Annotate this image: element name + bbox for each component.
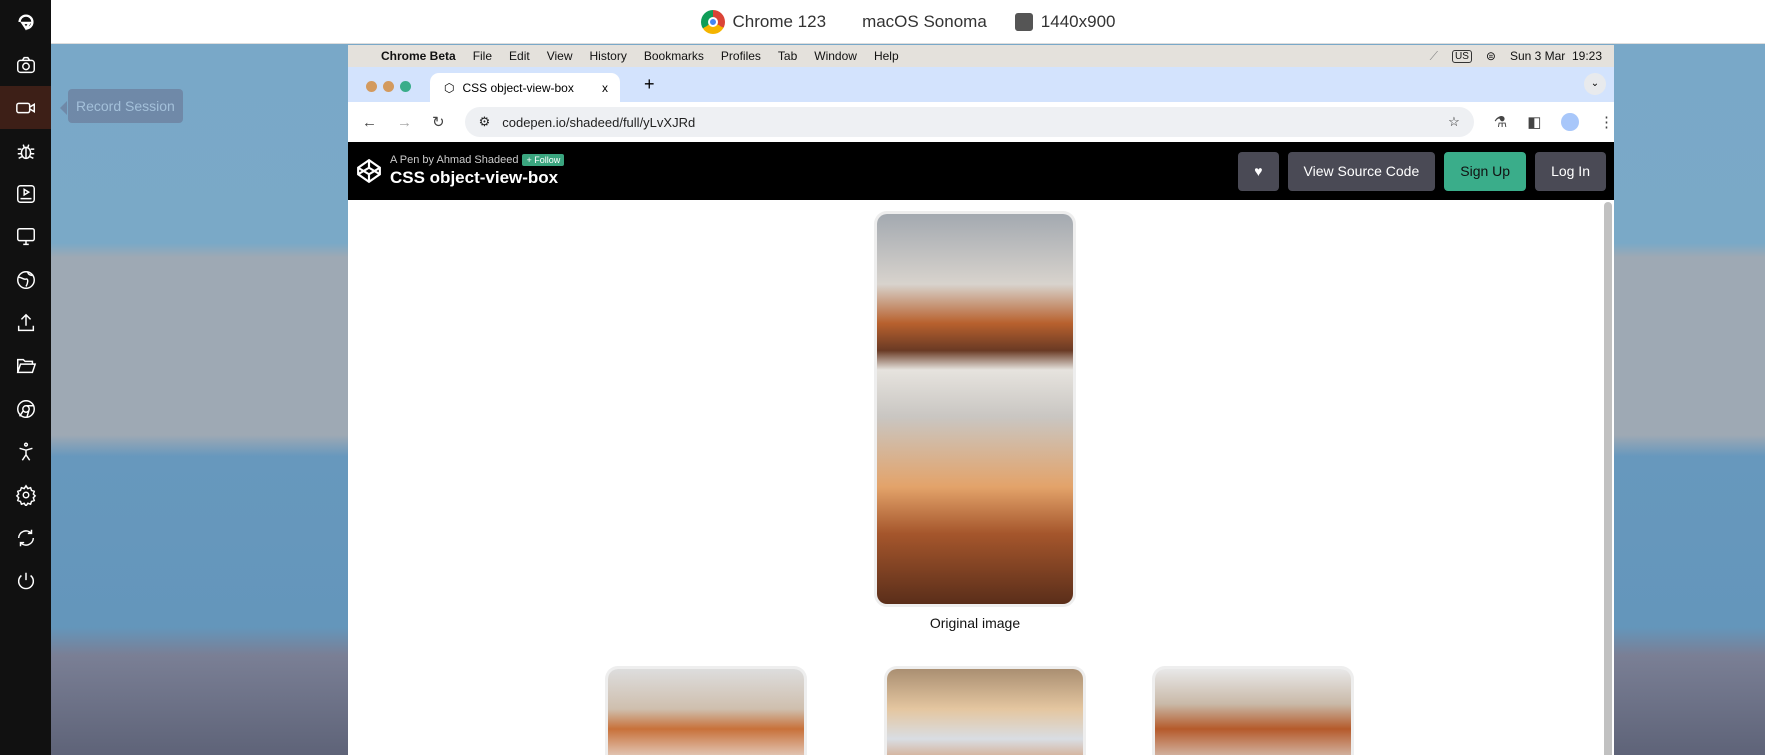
scrollbar[interactable]	[1604, 202, 1612, 755]
cropped-image-3	[1155, 669, 1351, 755]
session-info-bar: Chrome 123 macOS Sonoma 1440x900	[51, 0, 1765, 44]
cropped-image-2	[887, 669, 1083, 755]
menu-file[interactable]: File	[473, 49, 492, 63]
control-center-icon[interactable]: ⊜	[1486, 49, 1496, 63]
globe-icon[interactable]	[0, 258, 51, 301]
reload-icon[interactable]: ↻	[432, 113, 445, 131]
browser-window: Chrome Beta File Edit View History Bookm…	[348, 45, 1614, 755]
record-session-tooltip: Record Session	[60, 89, 183, 123]
record-session-icon[interactable]	[0, 86, 51, 129]
cropped-image-1	[608, 669, 804, 755]
profile-avatar-icon[interactable]	[1561, 113, 1579, 131]
sign-up-button[interactable]: Sign Up	[1444, 151, 1527, 191]
menu-view[interactable]: View	[547, 49, 573, 63]
accessibility-icon[interactable]	[0, 430, 51, 473]
zoom-window-button[interactable]	[400, 81, 411, 92]
codepen-favicon-icon: ⬡	[444, 80, 455, 95]
bug-icon[interactable]	[0, 129, 51, 172]
menu-help[interactable]: Help	[874, 49, 899, 63]
camera-icon[interactable]	[0, 43, 51, 86]
mac-menubar: Chrome Beta File Edit View History Bookm…	[348, 45, 1614, 67]
log-in-button[interactable]: Log In	[1535, 151, 1606, 191]
original-cupcake-image	[877, 214, 1073, 604]
settings-icon[interactable]	[0, 473, 51, 516]
screen-icon[interactable]	[0, 215, 51, 258]
codepen-header: A Pen by Ahmad Shadeed + Follow CSS objec…	[348, 142, 1614, 200]
menu-bookmarks[interactable]: Bookmarks	[644, 49, 704, 63]
chrome-icon[interactable]	[0, 387, 51, 430]
menu-tab[interactable]: Tab	[778, 49, 797, 63]
sidebar	[0, 0, 51, 755]
datetime[interactable]: Sun 3 Mar 19:23	[1510, 49, 1602, 63]
menu-profiles[interactable]: Profiles	[721, 49, 761, 63]
input-source[interactable]: US	[1451, 49, 1472, 63]
chrome-logo-icon	[700, 9, 725, 34]
tab-title: CSS object-view-box	[462, 80, 574, 95]
tab-search-button[interactable]: ⌄	[1584, 73, 1606, 95]
os-version: macOS Sonoma	[862, 11, 987, 31]
codepen-logo-icon[interactable]	[356, 158, 382, 184]
menu-edit[interactable]: Edit	[509, 49, 530, 63]
url-text[interactable]: codepen.io/shadeed/full/yLvXJRd	[502, 115, 695, 130]
menu-history[interactable]: History	[590, 49, 627, 63]
close-tab-button[interactable]: x	[602, 81, 608, 95]
more-menu-icon[interactable]: ⋮	[1599, 113, 1614, 131]
menu-window[interactable]: Window	[814, 49, 857, 63]
side-panel-icon[interactable]: ◧	[1527, 113, 1541, 131]
play-video-icon[interactable]	[0, 172, 51, 215]
tab-bar: ⬡ CSS object-view-box x + ⌄	[348, 67, 1614, 102]
image-caption: Original image	[929, 615, 1021, 631]
forward-icon[interactable]: →	[397, 114, 412, 131]
minimize-window-button[interactable]	[383, 81, 394, 92]
app-logo-icon[interactable]	[0, 0, 51, 43]
folder-icon[interactable]	[0, 344, 51, 387]
browser-version: Chrome 123	[732, 11, 827, 31]
resolution-icon	[1014, 12, 1033, 31]
pen-content: Original image	[348, 200, 1614, 755]
address-bar[interactable]: ⚙ codepen.io/shadeed/full/yLvXJRd ☆	[464, 107, 1474, 137]
resolution: 1440x900	[1040, 11, 1116, 31]
close-window-button[interactable]	[366, 81, 377, 92]
wifi-off-icon[interactable]: ⟋	[1430, 49, 1438, 64]
view-source-button[interactable]: View Source Code	[1287, 151, 1436, 191]
pen-byline[interactable]: A Pen by Ahmad Shadeed	[390, 154, 518, 166]
pen-title: CSS object-view-box	[390, 168, 559, 187]
upload-icon[interactable]	[0, 301, 51, 344]
bookmark-star-icon[interactable]: ☆	[1448, 114, 1460, 130]
power-icon[interactable]	[0, 559, 51, 602]
toolbar: ← → ↻ ⚙ codepen.io/shadeed/full/yLvXJRd …	[348, 102, 1614, 142]
site-info-icon[interactable]: ⚙	[479, 114, 491, 130]
follow-button[interactable]: + Follow	[522, 154, 565, 166]
back-icon[interactable]: ←	[362, 114, 377, 131]
sync-icon[interactable]	[0, 516, 51, 559]
tab-css-object-view-box[interactable]: ⬡ CSS object-view-box x	[430, 73, 620, 102]
new-tab-button[interactable]: +	[644, 74, 655, 95]
heart-button[interactable]: ♥	[1238, 151, 1279, 191]
menu-app[interactable]: Chrome Beta	[381, 49, 456, 63]
labs-icon[interactable]: ⚗	[1494, 113, 1507, 131]
